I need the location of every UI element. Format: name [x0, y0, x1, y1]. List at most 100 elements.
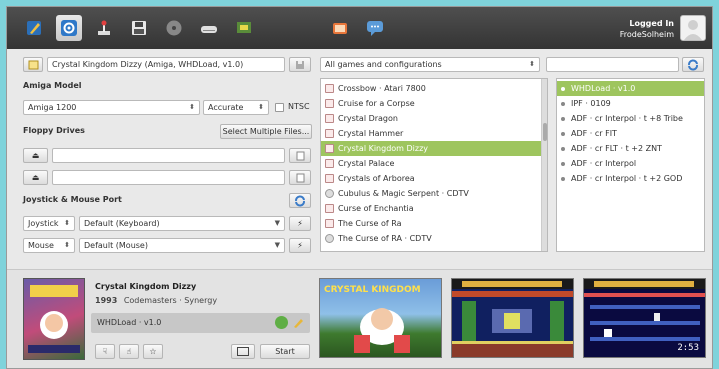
username: FrodeSolheim	[619, 30, 674, 39]
game-list-item[interactable]: Crossbow · Atari 7800	[321, 81, 547, 96]
chevron-updown-icon: ⬍	[529, 60, 535, 68]
game-list-item[interactable]: The Curse of Ra	[321, 216, 547, 231]
harddrive-tab-button[interactable]	[196, 15, 222, 41]
floppy-tab-button[interactable]	[126, 15, 152, 41]
variant-list-item[interactable]: ADF · cr Interpol · t +2 GOD	[557, 171, 704, 186]
game-list-item[interactable]: Crystal Hammer	[321, 126, 547, 141]
game-list-item[interactable]: Crystal Palace	[321, 156, 547, 171]
title-screen-text: CRYSTAL KINGDOM	[324, 285, 421, 295]
port2-type-select[interactable]: Mouse ⬍	[23, 238, 75, 253]
game-list-item[interactable]: Crystals of Arborea	[321, 171, 547, 186]
current-variant: WHDLoad · v1.0	[97, 318, 162, 327]
eject-df1-button[interactable]: ⏏	[23, 170, 48, 185]
game-info-panel: Crystal Kingdom Dizzy 1993 Codemasters ·…	[7, 269, 712, 368]
pencil-icon	[27, 21, 41, 35]
variant-list-item[interactable]: ADF · cr FIT	[557, 126, 704, 141]
port2-device-select[interactable]: Default (Mouse) ▼	[79, 238, 285, 253]
game-list-item-selected[interactable]: Crystal Kingdom Dizzy	[321, 141, 541, 156]
df0-path-field[interactable]	[52, 148, 285, 163]
game-meta: 1993 Codemasters · Synergy	[95, 296, 217, 305]
window-icon	[237, 347, 249, 356]
amiga-model-select[interactable]: Amiga 1200 ⬍	[23, 100, 200, 115]
bullet-icon	[561, 131, 565, 136]
joystick-icon	[98, 20, 110, 35]
favorite-button[interactable]: ☆	[143, 344, 163, 359]
port1-type-value: Joystick	[28, 219, 59, 228]
config-tab-button[interactable]	[21, 15, 47, 41]
game-icon	[325, 114, 334, 123]
game-filter-value: All games and configurations	[325, 60, 442, 69]
star-icon: ☆	[149, 347, 157, 356]
chevron-updown-icon: ⬍	[189, 103, 195, 111]
game-list-item[interactable]: Curse of Enchantia	[321, 201, 547, 216]
game-title: Crystal Kingdom Dizzy	[95, 282, 197, 291]
bullet-icon	[561, 161, 565, 166]
start-button[interactable]: Start	[260, 344, 310, 359]
variant-list-item[interactable]: ADF · cr Interpol · t +8 Tribe	[557, 111, 704, 126]
ntsc-checkbox[interactable]	[275, 103, 284, 112]
game-list-item[interactable]: The Curse of RA · CDTV	[321, 231, 547, 246]
ntsc-label: NTSC	[288, 102, 310, 111]
chevron-updown-icon: ⬍	[64, 219, 70, 227]
game-list-scrollbar[interactable]	[541, 79, 547, 251]
thumbs-down-icon: ☟	[102, 347, 108, 356]
new-config-button[interactable]	[23, 57, 43, 72]
screenshot-title[interactable]: CRYSTAL KINGDOM	[319, 278, 442, 358]
port1-device-value: Default (Keyboard)	[84, 219, 160, 228]
game-list-item[interactable]: Crystal Dragon	[321, 111, 547, 126]
user-avatar-icon	[684, 20, 702, 40]
joystick-tab-button[interactable]	[91, 15, 117, 41]
bullet-icon	[561, 101, 565, 106]
game-filter-select[interactable]: All games and configurations ⬍	[320, 57, 540, 72]
games-tab-button[interactable]	[327, 15, 353, 41]
scrollbar-thumb[interactable]	[543, 123, 547, 141]
variant-list[interactable]: WHDLoad · v1.0 IPF · 0109 ADF · cr Inter…	[556, 78, 705, 252]
chat-tab-button[interactable]	[362, 15, 388, 41]
edit-icon[interactable]	[292, 316, 305, 329]
settings-tab-button[interactable]	[56, 15, 82, 41]
port1-config-button[interactable]: ⚡	[289, 216, 311, 231]
like-button[interactable]: ☝	[119, 344, 139, 359]
launcher-window: Logged In FrodeSolheim Crystal Kingdom D…	[6, 6, 713, 369]
variant-list-item-selected[interactable]: WHDLoad · v1.0	[557, 81, 704, 96]
cd-icon	[325, 189, 334, 198]
accuracy-select[interactable]: Accurate ⬍	[203, 100, 269, 115]
chat-icon	[367, 21, 383, 36]
variant-list-item[interactable]: ADF · cr FLT · t +2 ZNT	[557, 141, 704, 156]
dislike-button[interactable]: ☟	[95, 344, 115, 359]
screenshot-level1[interactable]	[451, 278, 574, 358]
game-icon	[325, 99, 334, 108]
variant-list-item[interactable]: IPF · 0109	[557, 96, 704, 111]
browse-df0-button[interactable]	[289, 148, 311, 163]
fullscreen-toggle-button[interactable]	[231, 344, 255, 359]
game-list[interactable]: Crossbow · Atari 7800 Cruise for a Corps…	[320, 78, 548, 252]
hardware-tab-button[interactable]	[231, 15, 257, 41]
chip-icon	[237, 22, 251, 33]
refresh-devices-button[interactable]	[289, 193, 311, 208]
df1-path-field[interactable]	[52, 170, 285, 185]
variant-list-item[interactable]: ADF · cr Interpol	[557, 156, 704, 171]
game-icon	[325, 144, 334, 153]
bullet-icon	[561, 86, 565, 91]
screenshot-level2[interactable]: 2:53	[583, 278, 706, 358]
select-multiple-files-button[interactable]: Select Multiple Files...	[220, 124, 312, 139]
save-config-button[interactable]	[289, 57, 311, 72]
port1-device-select[interactable]: Default (Keyboard) ▼	[79, 216, 285, 231]
game-search-input[interactable]	[546, 57, 679, 72]
avatar[interactable]	[680, 15, 706, 41]
eject-df0-button[interactable]: ⏏	[23, 148, 48, 163]
port1-type-select[interactable]: Joystick ⬍	[23, 216, 75, 231]
config-name-field[interactable]: Crystal Kingdom Dizzy (Amiga, WHDLoad, v…	[47, 57, 285, 72]
refresh-games-button[interactable]	[682, 57, 704, 72]
cdrom-tab-button[interactable]	[161, 15, 187, 41]
port2-config-button[interactable]: ⚡	[289, 238, 311, 253]
game-icon	[325, 174, 334, 183]
game-list-item[interactable]: Cruise for a Corpse	[321, 96, 547, 111]
game-list-item[interactable]: Cubulus & Magic Serpent · CDTV	[321, 186, 547, 201]
toolbar: Logged In FrodeSolheim	[7, 7, 712, 49]
floppy-icon	[132, 21, 146, 35]
game-cover-art[interactable]	[23, 278, 85, 360]
bullet-icon	[561, 116, 565, 121]
globe-icon[interactable]	[275, 316, 288, 329]
browse-df1-button[interactable]	[289, 170, 311, 185]
